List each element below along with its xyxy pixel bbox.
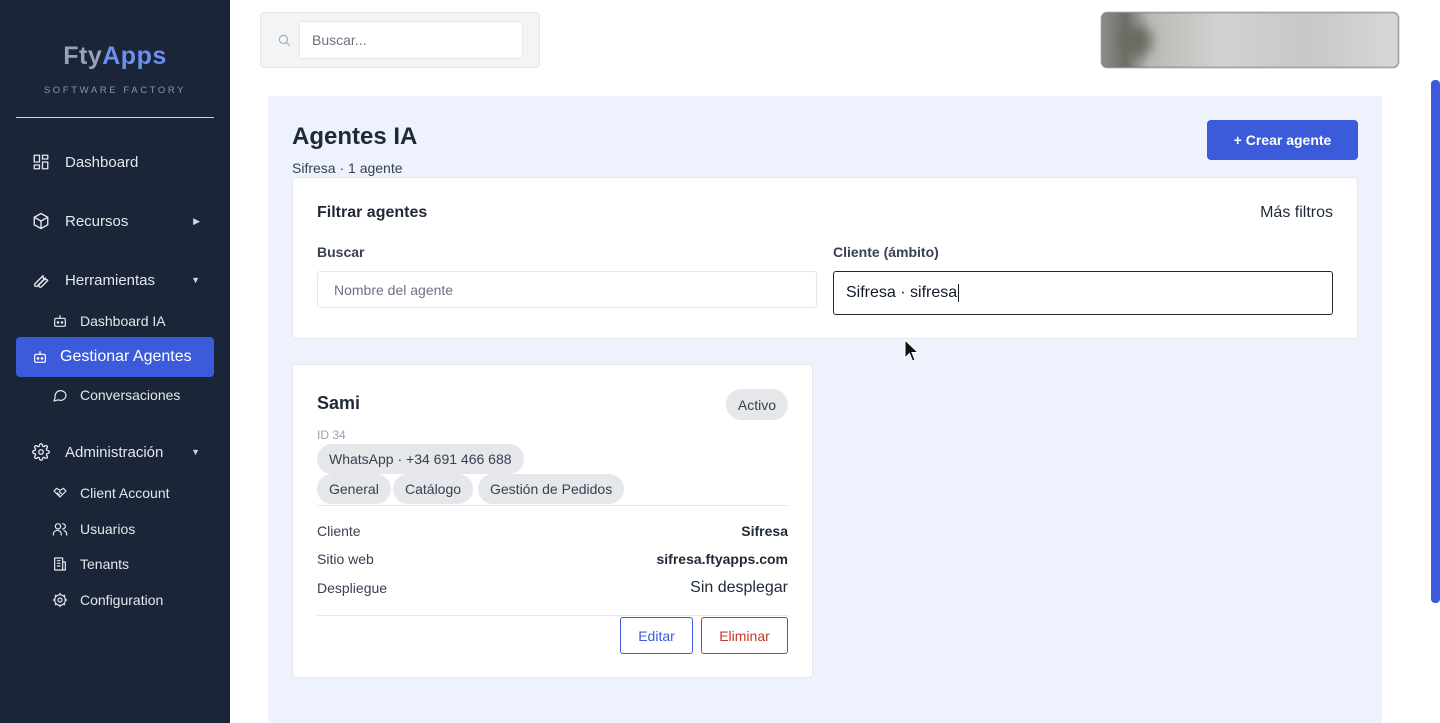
gear-icon [32, 443, 50, 461]
caret-right-icon: ▶ [193, 215, 200, 226]
logo-subtitle: SOFTWARE FACTORY [43, 85, 187, 96]
client-label: Cliente (ámbito) [833, 244, 939, 260]
sidebar-item-dashboard[interactable]: Dashboard [16, 142, 214, 182]
scrollbar[interactable] [1431, 80, 1440, 603]
sidebar-item-label: Gestionar Agentes [60, 348, 192, 365]
sidebar-item-gestionar-agentes[interactable]: Gestionar Agentes [16, 337, 214, 377]
sitio-web-value: sifresa.ftyapps.com [656, 551, 789, 567]
sidebar-item-label: Dashboard IA [80, 313, 166, 329]
search-icon [277, 33, 291, 52]
sidebar-item-label: Configuration [80, 592, 164, 608]
sitio-web-label: Sitio web [317, 551, 374, 567]
sidebar-item-label: Recursos [65, 212, 129, 230]
sidebar-item-conversaciones[interactable]: Conversaciones [36, 379, 214, 411]
wrench-icon [32, 271, 50, 289]
cliente-label: Cliente [317, 523, 361, 539]
search-label: Buscar [317, 244, 365, 260]
sidebar-item-configuration[interactable]: Configuration [36, 584, 214, 616]
despliegue-label: Despliegue [317, 580, 388, 596]
robot-icon [52, 313, 68, 329]
global-search [260, 12, 540, 68]
tag-chip: Catálogo [393, 474, 474, 504]
text-caret [958, 284, 960, 302]
tag-chip: Gestión de Pedidos [478, 474, 625, 504]
sidebar-item-recursos[interactable]: Recursos ▶ [16, 201, 214, 241]
building-icon [52, 556, 68, 572]
sidebar-item-administracion[interactable]: Administración ▼ [16, 432, 214, 472]
page-subtitle: Sifresa · 1 agente [292, 160, 403, 176]
more-filters-toggle[interactable]: Más filtros [1260, 204, 1333, 222]
page-title: Agentes IA [292, 123, 418, 150]
sidebar-item-label: Administración [65, 443, 164, 461]
filter-title: Filtrar agentes [317, 204, 428, 221]
sidebar-item-herramientas[interactable]: Herramientas ▼ [16, 260, 214, 300]
sidebar-item-label: Conversaciones [80, 387, 181, 403]
card-divider [317, 615, 788, 616]
sidebar-item-label: Usuarios [80, 521, 136, 537]
despliegue-value: Sin desplegar [690, 579, 788, 596]
tag-chip: General [317, 474, 391, 504]
box-icon [32, 212, 50, 230]
robot-icon [32, 349, 48, 365]
users-icon [52, 521, 68, 537]
delete-agent-button[interactable]: Eliminar [701, 617, 788, 654]
sidebar-item-client-account[interactable]: Client Account [36, 477, 214, 509]
sidebar-item-label: Herramientas [65, 271, 156, 289]
top-bar [230, 0, 1440, 80]
global-search-input[interactable] [299, 21, 523, 59]
caret-down-icon: ▼ [191, 275, 200, 285]
app-logo[interactable]: FtyApps [0, 42, 230, 71]
sidebar-item-tenants[interactable]: Tenants [36, 548, 214, 580]
agent-id: ID 34 [317, 428, 346, 442]
agent-name-input[interactable] [317, 271, 817, 308]
create-agent-button[interactable]: + Crear agente [1207, 120, 1358, 160]
channel-chip: WhatsApp · +34 691 466 688 [317, 444, 524, 474]
status-badge: Activo [725, 389, 788, 420]
chat-bubble-icon [52, 387, 68, 403]
caret-down-icon: ▼ [191, 447, 200, 457]
gear-icon [52, 592, 68, 608]
cliente-value: Sifresa [741, 523, 788, 539]
filter-card: Filtrar agentes Más filtros Buscar Clien… [292, 177, 1358, 339]
client-scope-input[interactable]: Sifresa · sifresa [833, 271, 1333, 315]
edit-agent-button[interactable]: Editar [620, 617, 693, 654]
user-menu[interactable] [1101, 12, 1399, 68]
dashboard-grid-icon [32, 153, 50, 171]
client-scope-value: Sifresa · sifresa [846, 284, 958, 301]
agent-card: Sami Activo ID 34 WhatsApp · +34 691 466… [292, 364, 813, 678]
sidebar-item-dashboard-ia[interactable]: Dashboard IA [36, 305, 214, 337]
sidebar-item-label: Dashboard [65, 153, 139, 171]
sidebar-item-label: Client Account [80, 485, 170, 501]
sidebar-divider [16, 117, 214, 118]
agent-name: Sami [317, 393, 361, 413]
handshake-icon [52, 485, 68, 501]
sidebar: FtyApps SOFTWARE FACTORY Dashboard Recur… [0, 0, 230, 723]
sidebar-item-usuarios[interactable]: Usuarios [36, 513, 214, 545]
mouse-cursor-icon [904, 338, 920, 368]
sidebar-item-label: Tenants [80, 556, 130, 572]
card-divider [317, 505, 788, 506]
